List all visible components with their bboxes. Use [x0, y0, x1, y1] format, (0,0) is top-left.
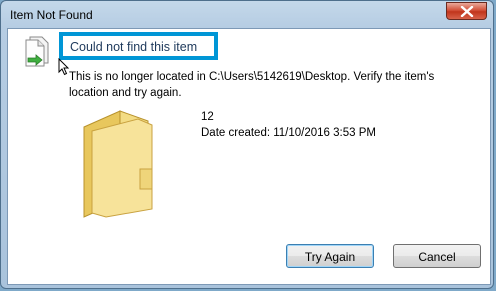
folder-icon [83, 110, 153, 218]
try-again-button[interactable]: Try Again [286, 244, 374, 268]
dialog-message: This is no longer located in C:\Users\51… [69, 71, 435, 99]
window-title: Item Not Found [10, 8, 93, 22]
heading-highlight: Could not find this item [59, 32, 218, 60]
item-date-created: Date created: 11/10/2016 3:53 PM [201, 127, 376, 139]
dialog-content: Could not find this item This is no long… [7, 28, 491, 285]
dialog-heading: Could not find this item [70, 40, 198, 54]
dialog-window: Item Not Found Could not find this item … [0, 0, 494, 289]
close-button[interactable] [446, 2, 487, 20]
cancel-button[interactable]: Cancel [393, 244, 481, 268]
item-name: 12 [201, 111, 214, 123]
document-arrow-icon [25, 36, 49, 67]
close-icon [460, 6, 474, 17]
